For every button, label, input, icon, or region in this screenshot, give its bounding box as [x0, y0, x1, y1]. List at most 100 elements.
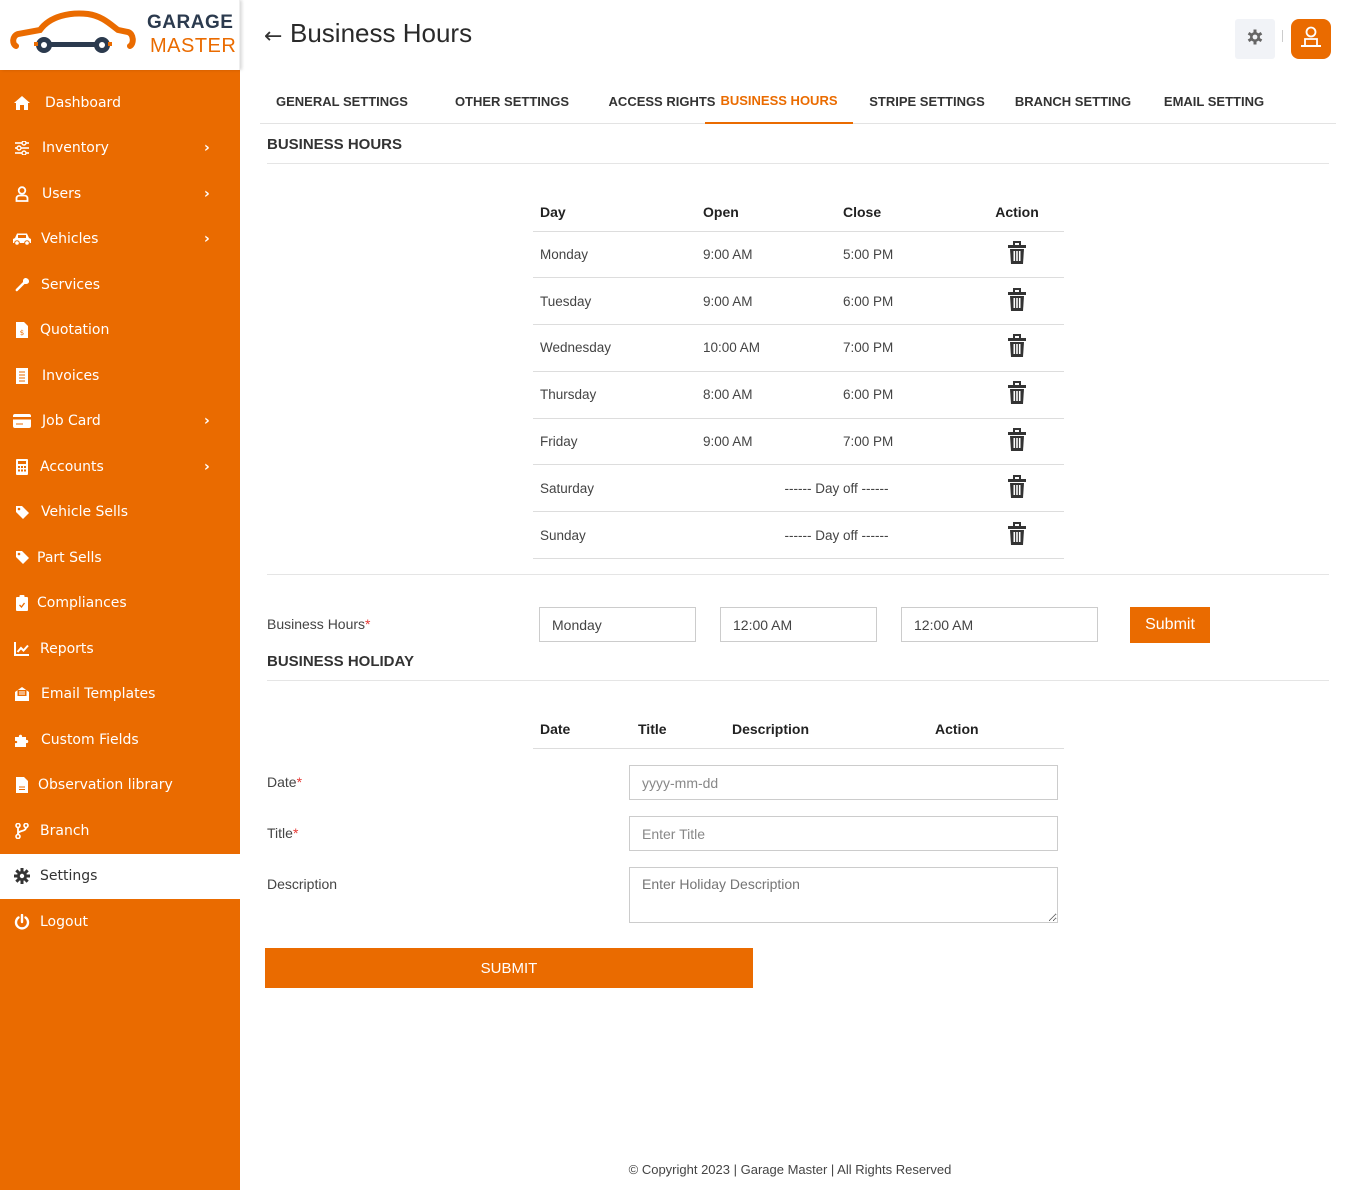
sidebar-item-custom-fields[interactable]: Custom Fields: [0, 717, 240, 763]
table-row: Sunday ------ Day off ------: [533, 511, 1064, 560]
required-mark: *: [292, 825, 299, 841]
user-icon: [12, 184, 32, 204]
table-row: Tuesday 9:00 AM 6:00 PM: [533, 277, 1064, 326]
sidebar-item-label: Part Sells: [37, 549, 102, 566]
sidebar-item-label: Logout: [40, 913, 88, 930]
sidebar-item-label: Quotation: [40, 322, 110, 339]
day-cell: Wednesday: [533, 324, 696, 372]
column-header-close: Close: [836, 193, 970, 232]
sidebar-item-branch[interactable]: Branch: [0, 808, 240, 854]
sidebar-item-label: Vehicles: [41, 231, 99, 248]
divider: [267, 163, 1329, 164]
required-mark: *: [365, 616, 371, 632]
sidebar-item-part-sells[interactable]: Part Sells: [0, 535, 240, 581]
date-label: Date*: [267, 774, 302, 790]
table-row: Monday 9:00 AM 5:00 PM: [533, 231, 1064, 279]
sidebar-item-label: Job Card: [42, 413, 101, 430]
close-cell: 6:00 PM: [836, 277, 970, 326]
user-avatar[interactable]: [1291, 19, 1331, 59]
sidebar-item-vehicles[interactable]: Vehicles ›: [0, 217, 240, 263]
sidebar-item-services[interactable]: Services: [0, 262, 240, 308]
sidebar-item-accounts[interactable]: Accounts ›: [0, 444, 240, 490]
description-textarea[interactable]: [629, 867, 1058, 923]
settings-button[interactable]: [1235, 19, 1275, 59]
tab-stripe-settings[interactable]: STRIPE SETTINGS: [858, 78, 996, 124]
sidebar-item-label: Custom Fields: [41, 731, 139, 748]
logo[interactable]: GARAGE MASTER: [0, 0, 240, 70]
file-icon: [12, 775, 32, 795]
column-header-action: Action: [970, 193, 1064, 232]
home-icon: [12, 93, 32, 113]
business-hours-label-text: Business Hours: [267, 616, 366, 632]
tag-icon: [12, 502, 32, 522]
day-cell: Sunday: [533, 511, 696, 560]
chevron-right-icon: ›: [204, 140, 210, 157]
sliders-icon: [12, 138, 32, 158]
close-time-input[interactable]: 12:00 AM: [901, 607, 1098, 642]
title-input[interactable]: Enter Title: [629, 816, 1058, 851]
table-row: Saturday ------ Day off ------: [533, 464, 1064, 513]
code-branch-icon: [12, 821, 32, 841]
puzzle-icon: [12, 730, 32, 750]
tab-general-settings[interactable]: GENERAL SETTINGS: [260, 78, 424, 124]
tab-business-hours[interactable]: BUSINESS HOURS: [705, 78, 853, 124]
sidebar-item-label: Services: [41, 276, 101, 293]
trash-icon[interactable]: [1007, 287, 1027, 315]
day-off-cell: ------ Day off ------: [696, 464, 970, 513]
sidebar-item-label: Settings: [40, 868, 98, 885]
chevron-right-icon: ›: [204, 185, 210, 202]
trash-icon[interactable]: [1007, 334, 1027, 361]
holiday-submit-button[interactable]: SUBMIT: [265, 948, 753, 988]
trash-icon[interactable]: [1007, 428, 1027, 455]
sidebar-item-compliances[interactable]: Compliances: [0, 581, 240, 627]
business-hours-submit-button[interactable]: Submit: [1130, 607, 1210, 643]
date-label-text: Date: [267, 774, 297, 790]
sidebar-item-reports[interactable]: Reports: [0, 626, 240, 672]
sidebar-item-observation-library[interactable]: Observation library: [0, 763, 240, 809]
sidebar-item-vehicle-sells[interactable]: Vehicle Sells: [0, 490, 240, 536]
file-invoice-dollar-icon: $: [12, 320, 32, 340]
day-cell: Friday: [533, 418, 696, 466]
page-title: Business Hours: [290, 18, 473, 48]
sidebar-item-label: Compliances: [37, 595, 127, 612]
gear-icon: [12, 866, 32, 886]
sidebar-item-label: Dashboard: [45, 94, 121, 111]
chevron-right-icon: ›: [204, 413, 210, 430]
tab-email-setting[interactable]: EMAIL SETTING: [1150, 78, 1278, 124]
sidebar-item-label: Reports: [40, 640, 94, 657]
divider: [267, 574, 1329, 575]
business-holiday-table: Date Title Description Action: [533, 710, 1064, 749]
date-input[interactable]: yyyy-mm-dd: [629, 765, 1058, 800]
tab-branch-setting[interactable]: BRANCH SETTING: [1004, 78, 1142, 124]
car-wrench-logo-icon: [10, 10, 136, 53]
divider: [267, 680, 1329, 681]
trash-icon[interactable]: [1007, 521, 1027, 549]
credit-card-icon: [12, 411, 32, 431]
close-cell: 5:00 PM: [836, 231, 970, 279]
sidebar-item-users[interactable]: Users ›: [0, 171, 240, 217]
day-cell: Tuesday: [533, 277, 696, 326]
open-cell: 9:00 AM: [696, 277, 836, 326]
sidebar-item-job-card[interactable]: Job Card ›: [0, 399, 240, 445]
trash-icon[interactable]: [1007, 474, 1027, 502]
sidebar-item-email-templates[interactable]: Email Templates: [0, 672, 240, 718]
trash-icon[interactable]: [1007, 381, 1027, 408]
trash-icon[interactable]: [1007, 240, 1027, 268]
sidebar-item-dashboard[interactable]: Dashboard: [0, 80, 240, 126]
business-hours-table: Day Open Close Action Monday 9:00 AM 5:0…: [533, 193, 1064, 560]
sidebar-item-logout[interactable]: Logout: [0, 899, 240, 945]
column-header-title: Title: [638, 710, 732, 749]
brand-line1: GARAGE: [147, 12, 234, 33]
sidebar-item-quotation[interactable]: $ Quotation: [0, 308, 240, 354]
user-at-desk-icon: [1299, 25, 1323, 53]
open-cell: 8:00 AM: [696, 371, 836, 419]
open-time-input[interactable]: 12:00 AM: [720, 607, 877, 642]
table-row: Wednesday 10:00 AM 7:00 PM: [533, 324, 1064, 372]
back-arrow-icon[interactable]: ←: [264, 24, 282, 49]
chevron-right-icon: ›: [204, 458, 210, 475]
sidebar-item-settings[interactable]: Settings: [0, 853, 240, 899]
sidebar-item-invoices[interactable]: Invoices: [0, 353, 240, 399]
day-select[interactable]: Monday: [539, 607, 696, 642]
tab-other-settings[interactable]: OTHER SETTINGS: [424, 78, 600, 124]
sidebar-item-inventory[interactable]: Inventory ›: [0, 126, 240, 172]
